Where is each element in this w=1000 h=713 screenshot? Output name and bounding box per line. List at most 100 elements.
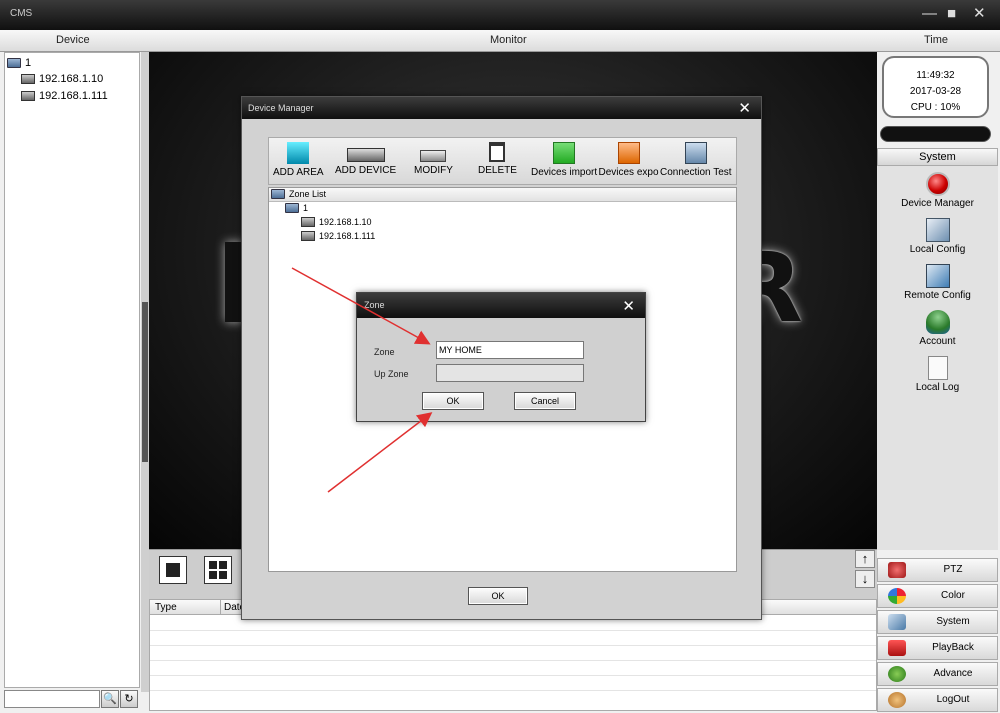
devices-import-label: Devices import <box>531 167 598 178</box>
zone-label: Zone <box>374 347 395 357</box>
advance-icon <box>888 666 906 682</box>
local-config-item[interactable]: Local Config <box>877 218 998 255</box>
logout-icon <box>888 692 906 708</box>
device-manager-ok-button[interactable]: OK <box>468 587 528 605</box>
device-icon <box>301 217 315 227</box>
device-manager-toolbar: ADD AREA ADD DEVICE MODIFY DELETE Device… <box>268 137 737 185</box>
add-device-label: ADD DEVICE <box>335 165 397 176</box>
clock-panel: 11:49:32 2017-03-28 CPU : 10% <box>882 56 989 118</box>
tree-device-item[interactable]: 192.168.1.111 <box>21 90 108 102</box>
color-label: Color <box>941 590 965 601</box>
zone-device-item[interactable]: 192.168.1.111 <box>301 231 375 241</box>
devices-import-button[interactable]: Devices import <box>531 142 597 178</box>
up-zone-input[interactable] <box>436 364 584 382</box>
connection-test-label: Connection Test <box>660 167 732 178</box>
minimize-button[interactable]: — <box>922 6 937 21</box>
connection-test-button[interactable]: Connection Test <box>660 142 732 178</box>
tree-root-label: 1 <box>25 57 32 69</box>
zone-dialog-close-button[interactable]: ✕ <box>622 297 635 315</box>
tree-device-item[interactable]: 192.168.1.10 <box>21 73 103 85</box>
devices-export-button[interactable]: Devices expo <box>598 142 659 178</box>
maximize-button[interactable]: ■ <box>947 6 956 21</box>
playback-label: PlayBack <box>932 642 974 653</box>
add-area-button[interactable]: ADD AREA <box>273 142 324 178</box>
ptz-label: PTZ <box>943 564 963 575</box>
cpu-usage: CPU : 10% <box>910 102 961 113</box>
close-button[interactable]: ✕ <box>973 6 986 21</box>
zone-device-label: 192.168.1.111 <box>319 231 376 241</box>
local-config-icon <box>925 218 950 242</box>
zone-item[interactable]: 1 <box>285 203 308 213</box>
zone-device-label: 192.168.1.10 <box>319 217 372 227</box>
computer-icon <box>285 203 299 213</box>
clock-date: 2017-03-28 <box>909 86 962 97</box>
panel-splitter[interactable] <box>141 52 149 692</box>
device-tree-panel: 1 192.168.1.10 192.168.1.111 <box>4 52 140 688</box>
scroll-up-icon[interactable]: ↑ <box>855 550 875 568</box>
tree-device-label: 192.168.1.10 <box>39 73 104 85</box>
device-manager-close-button[interactable]: ✕ <box>738 99 751 117</box>
devices-export-label: Devices expo <box>598 167 659 178</box>
device-search-input[interactable] <box>4 690 100 708</box>
tree-root[interactable]: 1 <box>7 57 31 69</box>
zone-dialog-title: Zone <box>357 293 645 318</box>
color-button[interactable]: Color <box>877 584 998 608</box>
zone-device-item[interactable]: 192.168.1.10 <box>301 217 372 227</box>
system-button[interactable]: System <box>877 610 998 634</box>
system-label: System <box>936 616 970 627</box>
system-header: System <box>877 148 998 166</box>
search-icon[interactable]: 🔍 <box>101 690 119 708</box>
delete-button[interactable]: DELETE <box>478 142 517 176</box>
add-area-icon <box>287 142 310 164</box>
single-view-button[interactable] <box>159 556 187 584</box>
zone-cancel-button[interactable]: Cancel <box>514 392 576 410</box>
refresh-icon[interactable]: ↻ <box>120 690 138 708</box>
delete-label: DELETE <box>478 165 517 176</box>
monitor-column-header: Monitor <box>490 34 527 46</box>
ptz-button[interactable]: PTZ <box>877 558 998 582</box>
add-device-button[interactable]: ADD DEVICE <box>335 142 396 176</box>
system-icon <box>888 614 906 630</box>
device-manager-label: Device Manager <box>901 198 974 209</box>
system-panel: Device Manager Local Config Remote Confi… <box>877 166 998 550</box>
account-item[interactable]: Account <box>877 310 998 347</box>
column-headers: Device Monitor Time <box>0 30 1000 52</box>
advance-label: Advance <box>933 668 973 679</box>
local-log-item[interactable]: Local Log <box>877 356 998 393</box>
users-icon <box>925 310 950 334</box>
device-icon <box>301 231 315 241</box>
zone-name-input[interactable] <box>436 341 584 359</box>
device-manager-item[interactable]: Device Manager <box>877 172 998 209</box>
scroll-down-icon[interactable]: ↓ <box>855 570 875 588</box>
remote-config-item[interactable]: Remote Config <box>877 264 998 301</box>
time-column-header: Time <box>924 34 949 46</box>
playback-button[interactable]: PlayBack <box>877 636 998 660</box>
zone-list-root[interactable]: Zone List <box>271 189 326 199</box>
modify-button[interactable]: MODIFY <box>414 142 453 176</box>
zone-ok-button[interactable]: OK <box>422 392 484 410</box>
advance-button[interactable]: Advance <box>877 662 998 686</box>
bottom-nav: PTZ Color System PlayBack Advance LogOut <box>877 556 998 713</box>
quad-view-button[interactable] <box>204 556 232 584</box>
up-zone-label: Up Zone <box>374 369 409 379</box>
logout-button[interactable]: LogOut <box>877 688 998 712</box>
view-scroll: ↑ ↓ <box>855 550 876 590</box>
add-device-icon <box>346 148 385 162</box>
device-icon <box>21 74 35 84</box>
account-label: Account <box>919 336 956 347</box>
modify-icon <box>420 150 447 162</box>
document-icon <box>927 356 948 380</box>
window-title-bar: CMS — ■ ✕ <box>0 0 1000 30</box>
zone-dialog: Zone ✕ Zone Up Zone OK Cancel <box>356 292 646 422</box>
local-config-label: Local Config <box>909 244 966 255</box>
local-log-label: Local Log <box>915 382 960 393</box>
export-icon <box>617 142 640 164</box>
log-col-type[interactable]: Type <box>155 602 177 613</box>
computer-icon <box>271 189 285 199</box>
delete-icon <box>489 142 506 162</box>
device-manager-title: Device Manager <box>242 97 761 119</box>
import-icon <box>553 142 576 164</box>
remote-config-label: Remote Config <box>904 290 971 301</box>
ptz-icon <box>888 562 906 578</box>
connection-test-icon <box>684 142 707 164</box>
